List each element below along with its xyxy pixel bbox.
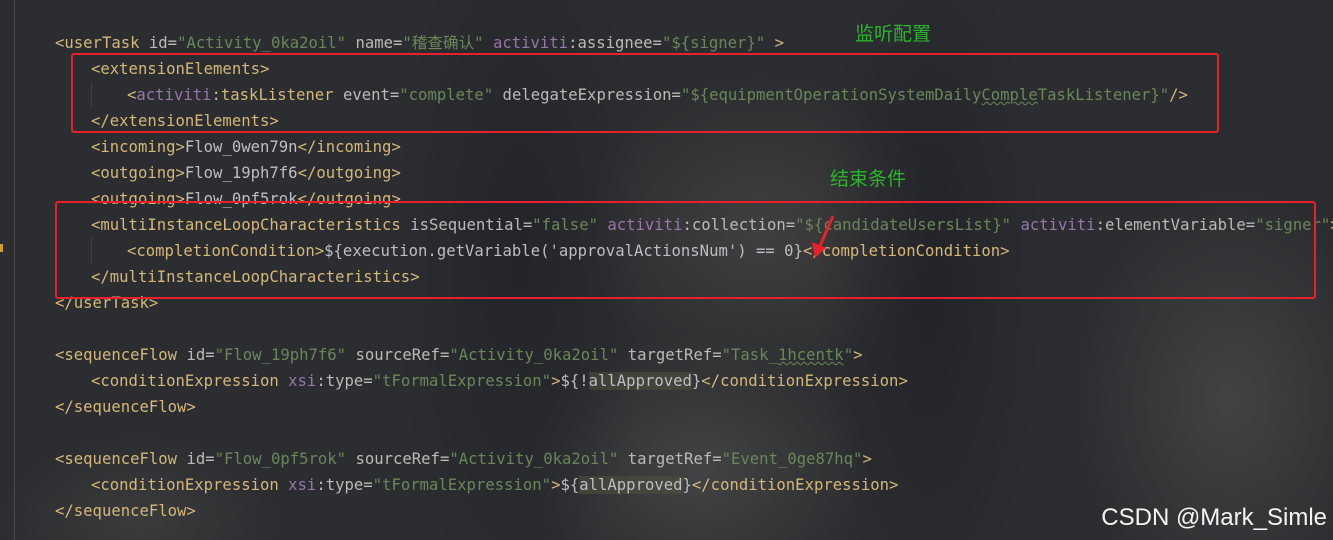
code-line-14: </sequenceFlow> — [55, 398, 196, 416]
code-line-5: <incoming>Flow_0wen79n</incoming> — [91, 138, 401, 156]
code-line-13: <conditionExpression xsi:type="tFormalEx… — [91, 372, 908, 390]
editor-gutter-divider — [14, 0, 15, 540]
annotation-listener-config: 监听配置 — [855, 23, 932, 45]
code-line-16: <conditionExpression xsi:type="tFormalEx… — [91, 476, 899, 494]
condition-highlight-box — [55, 201, 1316, 299]
code-line-6: <outgoing>Flow_19ph7f6</outgoing> — [91, 164, 401, 182]
code-line-12: <sequenceFlow id="Flow_19ph7f6" sourceRe… — [55, 346, 863, 364]
red-arrow-icon — [812, 215, 835, 258]
listener-highlight-box — [71, 53, 1219, 133]
gutter-marker — [0, 244, 3, 252]
code-line-17: </sequenceFlow> — [55, 502, 196, 520]
watermark: CSDN @Mark_Simle — [1101, 504, 1327, 531]
annotation-end-condition: 结束条件 — [830, 168, 907, 190]
code-line-15: <sequenceFlow id="Flow_0pf5rok" sourceRe… — [55, 450, 872, 468]
